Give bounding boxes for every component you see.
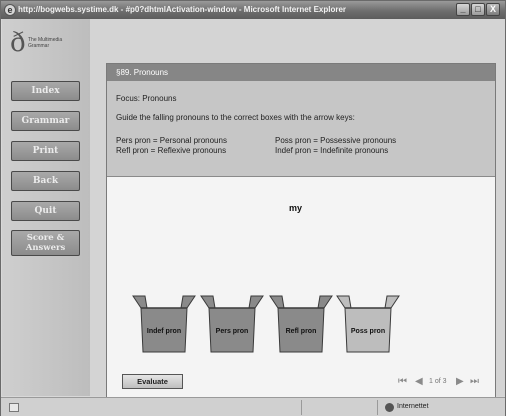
logo: ð The Multimedia Grammar [10, 27, 80, 63]
box-flap-right [384, 295, 400, 309]
grammar-button[interactable]: Grammar [11, 111, 80, 131]
pers-pron-box: Pers pron [199, 294, 265, 354]
maximize-button[interactable]: □ [471, 3, 485, 16]
box-flap-right [248, 295, 264, 309]
instructions-area: Focus: Pronouns Guide the falling pronou… [107, 81, 495, 177]
quit-button[interactable]: Quit [11, 201, 80, 221]
box-label: Refl pron [285, 328, 317, 335]
internet-zone-icon [385, 403, 394, 412]
score-answers-button[interactable]: Score & Answers [11, 230, 80, 256]
falling-word: my [289, 203, 303, 213]
indef-pron-box: Indef pron [131, 294, 197, 354]
status-divider [377, 400, 378, 415]
status-divider [301, 400, 302, 415]
box-flap-left [269, 295, 285, 309]
browser-window: e http://bogwebs.systime.dk - #p0?dhtmlA… [0, 0, 506, 416]
security-zone: Internettet [397, 403, 429, 410]
page-content: ð The Multimedia Grammar Index Grammar P… [2, 19, 505, 400]
last-page-icon[interactable]: ⏭ [470, 376, 479, 388]
evaluate-button[interactable]: Evaluate [122, 374, 183, 389]
logo-mark: ð [10, 28, 26, 58]
close-button[interactable]: X [486, 3, 500, 16]
refl-pron-box: Refl pron [268, 294, 334, 354]
box-icon [200, 295, 264, 353]
box-icon [336, 295, 400, 353]
game-area[interactable]: my Indef pron Pers pron Refl pron Poss p… [107, 177, 495, 399]
box-icon [269, 295, 333, 353]
title-bar: e http://bogwebs.systime.dk - #p0?dhtmlA… [1, 1, 505, 19]
window-title: http://bogwebs.systime.dk - #p0?dhtmlAct… [18, 5, 347, 14]
box-flap-right [317, 295, 333, 309]
print-button[interactable]: Print [11, 141, 80, 161]
box-flap-left [336, 295, 352, 309]
box-label: Poss pron [350, 328, 386, 335]
next-page-icon[interactable]: ▶ [456, 376, 464, 388]
box-icon [132, 295, 196, 353]
first-page-icon[interactable]: ⏮ [398, 376, 407, 388]
poss-pron-box: Poss pron [335, 294, 401, 354]
page-indicator: 1 of 3 [429, 378, 447, 385]
minimize-button[interactable]: _ [456, 3, 470, 16]
ie-icon: e [4, 4, 16, 16]
sidebar: ð The Multimedia Grammar Index Grammar P… [2, 19, 90, 396]
prev-page-icon[interactable]: ◀ [415, 376, 423, 388]
box-flap-right [180, 295, 196, 309]
exercise-header: §89. Pronouns [107, 64, 495, 81]
box-label: Pers pron [215, 328, 249, 335]
exercise-panel: §89. Pronouns Focus: Pronouns Guide the … [106, 63, 496, 400]
pager: ⏮ ◀ 1 of 3 ▶ ⏭ [398, 376, 488, 390]
box-flap-left [132, 295, 148, 309]
back-button[interactable]: Back [11, 171, 80, 191]
logo-text: The Multimedia Grammar [28, 37, 63, 49]
legend-refl: Refl pron = Reflexive pronouns [116, 146, 227, 155]
instruction-text: Guide the falling pronouns to the correc… [116, 113, 355, 122]
box-label: Indef pron [146, 328, 182, 335]
legend-indef: Indef pron = Indefinite pronouns [275, 146, 389, 155]
box-flap-left [200, 295, 216, 309]
focus-text: Focus: Pronouns [116, 94, 177, 103]
legend-pers: Pers pron = Personal pronouns [116, 136, 227, 145]
page-status-icon [9, 403, 19, 412]
legend-poss: Poss pron = Possessive pronouns [275, 136, 397, 145]
status-bar: Internettet [1, 397, 505, 416]
index-button[interactable]: Index [11, 81, 80, 101]
